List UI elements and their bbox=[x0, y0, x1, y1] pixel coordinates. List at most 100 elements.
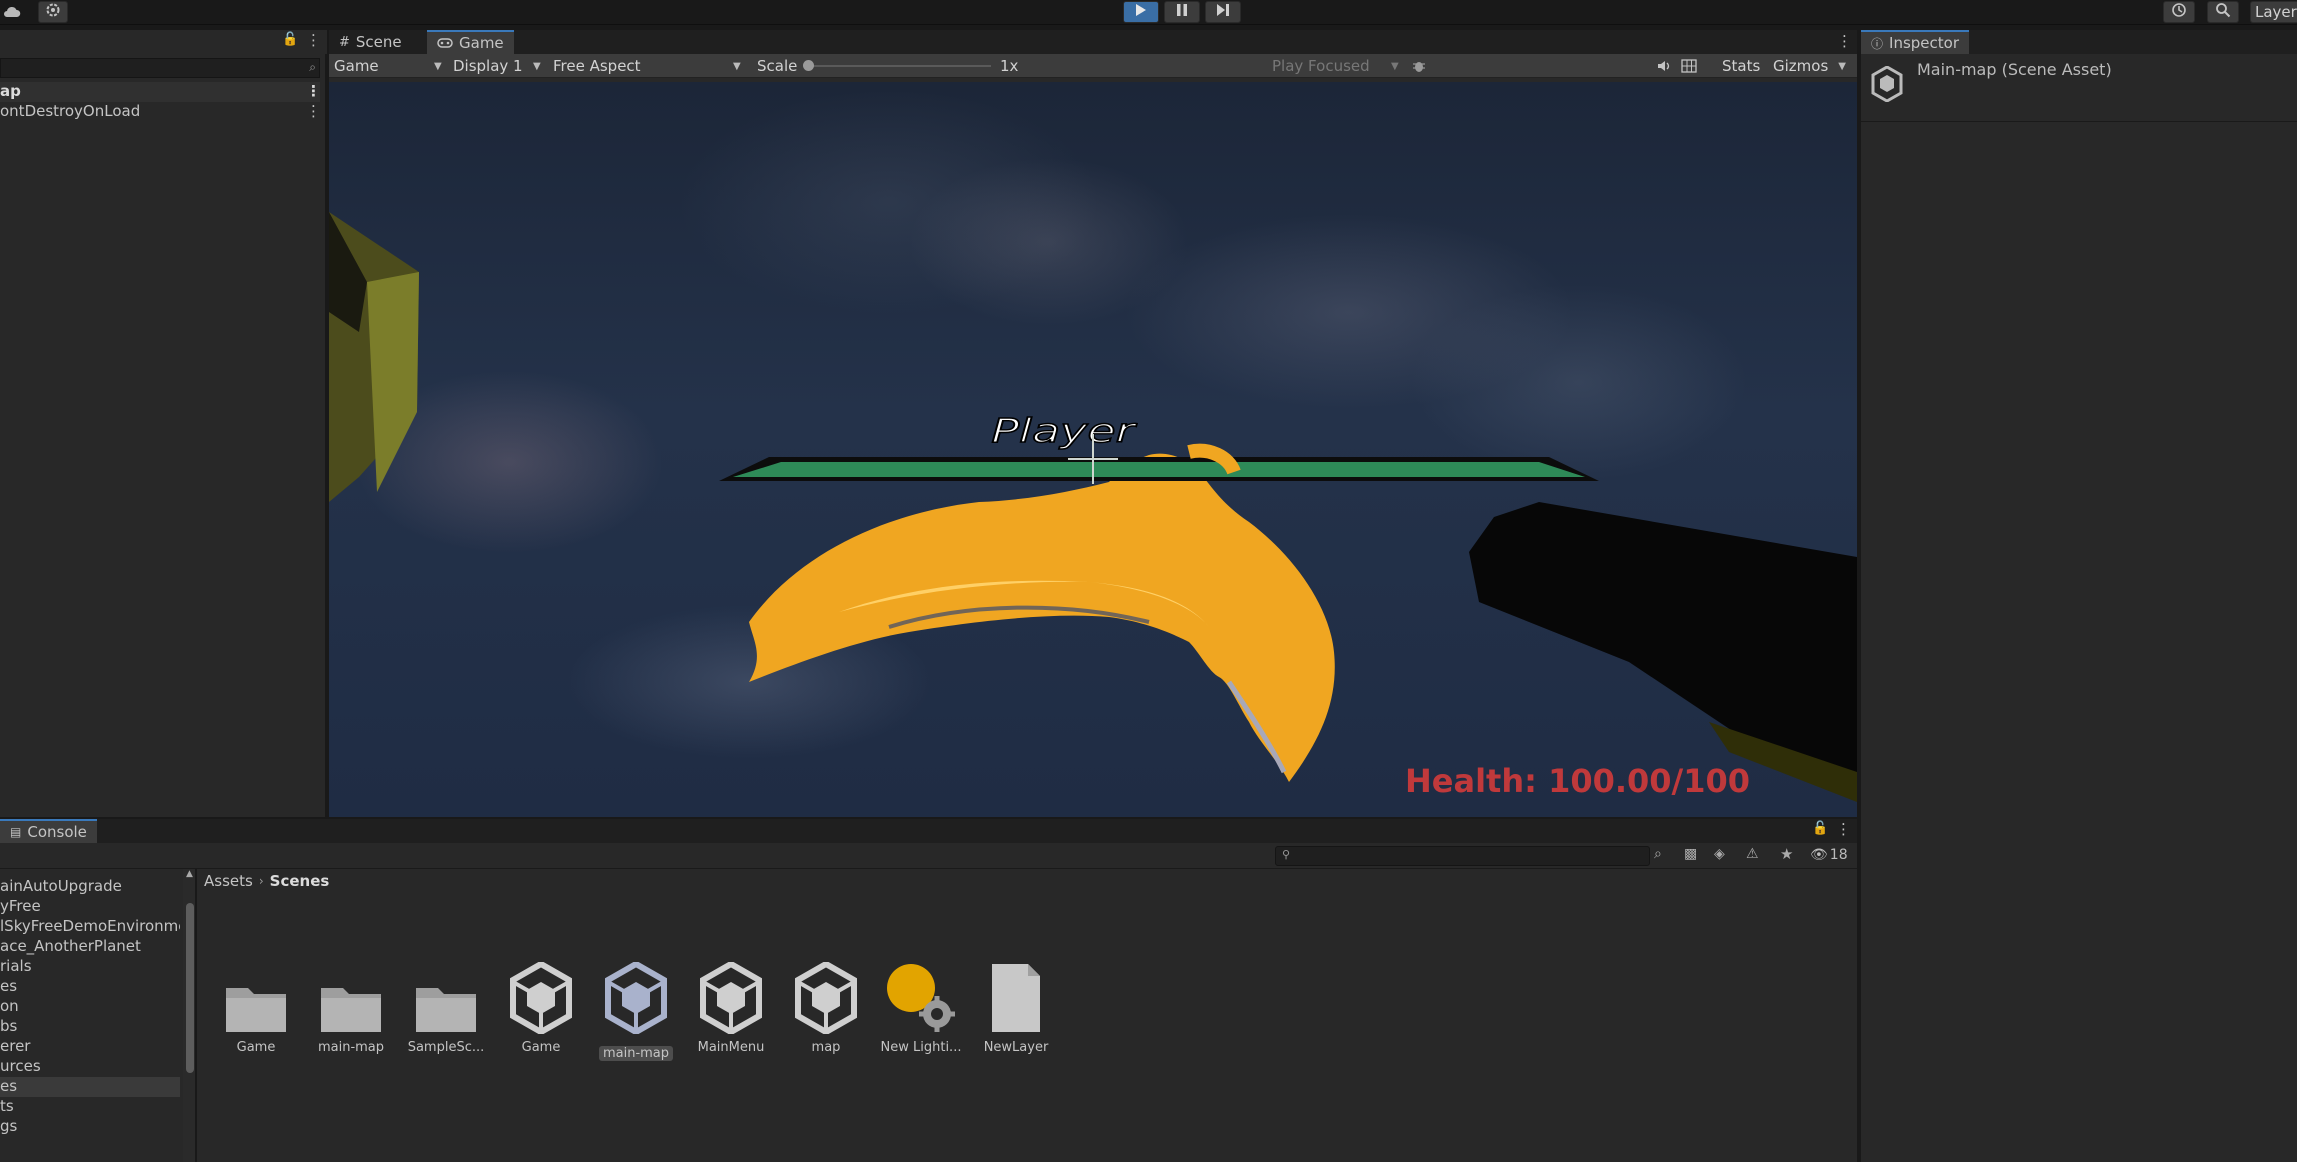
scene-menu-icon[interactable]: ⋮ bbox=[306, 82, 320, 100]
asset-item[interactable]: map bbox=[781, 960, 871, 1055]
folder-tree-item[interactable]: bs bbox=[0, 1017, 180, 1037]
view-mode-label: Game bbox=[334, 57, 379, 75]
hierarchy-ddol-row[interactable]: ontDestroyOnLoad ⋮ bbox=[0, 102, 320, 122]
tab-game-label: Game bbox=[459, 34, 504, 52]
hidden-count: 18 bbox=[1829, 847, 1848, 863]
asset-label: MainMenu bbox=[697, 1040, 765, 1055]
asset-item[interactable]: Game bbox=[211, 960, 301, 1055]
console-icon: ▤ bbox=[10, 825, 22, 839]
ddol-menu-icon[interactable]: ⋮ bbox=[306, 102, 320, 120]
folder-tree-item[interactable]: gs bbox=[0, 1117, 180, 1137]
lock-icon[interactable]: 🔓 bbox=[1812, 821, 1828, 836]
folder-tree-item[interactable]: rials bbox=[0, 957, 180, 977]
folder-tree-item[interactable]: yFree bbox=[0, 897, 180, 917]
unity-scene-icon bbox=[1871, 65, 1903, 106]
hierarchy-search-input[interactable]: ⌕ bbox=[0, 58, 320, 78]
play-mode-dropdown[interactable]: Play Focused ▼ bbox=[1272, 54, 1402, 78]
asset-label: NewLayer bbox=[983, 1040, 1049, 1055]
asset-item[interactable]: MainMenu bbox=[686, 960, 776, 1055]
search-icon bbox=[2215, 2, 2231, 22]
tab-console-label[interactable]: Console bbox=[27, 823, 87, 841]
folder-tree-item[interactable]: es bbox=[0, 1077, 180, 1097]
folder-tree-item[interactable]: lSkyFreeDemoEnvironme bbox=[0, 917, 180, 937]
asset-item[interactable]: New Lighti... bbox=[876, 960, 966, 1055]
chevron-down-icon: ▼ bbox=[1838, 60, 1846, 72]
project-search-input[interactable]: ⚲ bbox=[1275, 846, 1650, 866]
game-panel: # Scene Game ⋮ Game ▼ Display 1 ▼ Free A… bbox=[329, 30, 1857, 817]
folder-icon bbox=[211, 960, 301, 1034]
stats-button[interactable]: Stats bbox=[1722, 54, 1760, 78]
scene-asset-icon bbox=[496, 960, 586, 1034]
type-filter-icon[interactable]: ▩ bbox=[1684, 846, 1697, 862]
display-label: Display 1 bbox=[453, 57, 523, 75]
folder-icon bbox=[306, 960, 396, 1034]
cloud-icon[interactable] bbox=[2, 2, 22, 22]
play-icon bbox=[1135, 3, 1147, 21]
tab-game[interactable]: Game bbox=[427, 30, 514, 54]
settings-button[interactable] bbox=[38, 1, 68, 23]
eye-slash-icon: 👁 bbox=[1810, 847, 1828, 863]
search-filter-icon[interactable]: ⌕ bbox=[309, 60, 316, 75]
file-icon bbox=[971, 960, 1061, 1034]
breadcrumb-assets[interactable]: Assets bbox=[204, 872, 253, 890]
scroll-up-icon[interactable]: ▲ bbox=[186, 869, 193, 879]
lock-icon[interactable]: 🔓 bbox=[282, 32, 298, 47]
asset-item[interactable]: main-map bbox=[306, 960, 396, 1055]
search-button[interactable] bbox=[2207, 1, 2239, 23]
scale-slider-track[interactable] bbox=[807, 65, 991, 67]
game-view-toolbar: Game ▼ Display 1 ▼ Free Aspect ▼ Scale 1… bbox=[329, 54, 1857, 78]
tab-inspector[interactable]: ⓘ Inspector bbox=[1861, 30, 1969, 54]
gizmos-button[interactable]: Gizmos ▼ bbox=[1773, 54, 1846, 78]
history-button[interactable] bbox=[2163, 1, 2195, 23]
more-options-icon[interactable]: ⋮ bbox=[306, 31, 321, 49]
breadcrumb-scenes[interactable]: Scenes bbox=[270, 872, 330, 890]
chevron-right-icon: › bbox=[258, 874, 264, 888]
pause-button[interactable] bbox=[1164, 1, 1200, 23]
bug-icon[interactable] bbox=[1411, 54, 1427, 78]
game-menu-icon[interactable]: ⋮ bbox=[1837, 32, 1852, 50]
search-scope-icon[interactable]: ⌕ bbox=[1654, 846, 1662, 862]
folder-tree-item[interactable]: on bbox=[0, 997, 180, 1017]
tab-scene[interactable]: # Scene bbox=[329, 30, 412, 54]
play-mode-label: Play Focused bbox=[1272, 57, 1370, 75]
folder-tree-item[interactable]: erer bbox=[0, 1037, 180, 1057]
tree-scrollbar[interactable]: ▲ bbox=[183, 869, 195, 1162]
main-toolbar: Layers bbox=[0, 0, 2297, 25]
tree-scroll-thumb[interactable] bbox=[186, 903, 194, 1073]
folder-tree-item[interactable]: ainAutoUpgrade bbox=[0, 877, 180, 897]
aspect-dropdown[interactable]: Free Aspect ▼ bbox=[553, 54, 745, 78]
project-toolbar: ⚲ ⌕ ▩ ◈ ⚠ ★ 👁 18 bbox=[0, 843, 1857, 869]
asset-item[interactable]: Game bbox=[496, 960, 586, 1055]
game-viewport[interactable]: Player Health: 100.00/100 bbox=[329, 82, 1857, 817]
asset-item[interactable]: main-map bbox=[591, 960, 681, 1065]
layers-label: Layers bbox=[2255, 3, 2297, 21]
hidden-count-badge[interactable]: 👁 18 bbox=[1810, 847, 1848, 863]
console-tab-bar: ▤ Console 🔓 ⋮ bbox=[0, 819, 1857, 843]
layers-dropdown[interactable]: Layers bbox=[2250, 1, 2297, 23]
folder-tree-item[interactable]: urces bbox=[0, 1057, 180, 1077]
scale-slider-thumb[interactable] bbox=[803, 60, 814, 71]
folder-tree-item[interactable]: es bbox=[0, 977, 180, 997]
play-button[interactable] bbox=[1123, 1, 1159, 23]
console-panel: ▤ Console 🔓 ⋮ ⚲ ⌕ ▩ ◈ ⚠ ★ 👁 18 ainAutoUp… bbox=[0, 819, 1857, 1162]
folder-tree-item[interactable]: ts bbox=[0, 1097, 180, 1117]
audio-icon[interactable] bbox=[1657, 54, 1673, 78]
label-filter-icon[interactable]: ◈ bbox=[1714, 846, 1725, 862]
favorite-star-icon[interactable]: ★ bbox=[1780, 845, 1793, 863]
gun-silhouette bbox=[1469, 502, 1857, 782]
grid-toggle-icon[interactable] bbox=[1681, 54, 1697, 78]
folder-tree-item[interactable]: ace_AnotherPlanet bbox=[0, 937, 180, 957]
asset-label: Game bbox=[521, 1040, 561, 1055]
display-dropdown[interactable]: Display 1 ▼ bbox=[453, 54, 545, 78]
warning-filter-icon[interactable]: ⚠ bbox=[1746, 846, 1759, 862]
asset-item[interactable]: NewLayer bbox=[971, 960, 1061, 1055]
ddol-name: ontDestroyOnLoad bbox=[0, 102, 141, 120]
scene-asset-icon bbox=[686, 960, 776, 1034]
asset-item[interactable]: SampleSc... bbox=[401, 960, 491, 1055]
step-button[interactable] bbox=[1205, 1, 1241, 23]
tab-inspector-label: Inspector bbox=[1889, 34, 1959, 52]
hierarchy-scene-row[interactable]: ap ⋮ bbox=[0, 82, 320, 102]
more-options-icon[interactable]: ⋮ bbox=[1836, 820, 1851, 838]
tab-console[interactable]: ▤ Console bbox=[0, 819, 97, 843]
view-mode-dropdown[interactable]: Game ▼ bbox=[334, 54, 446, 78]
